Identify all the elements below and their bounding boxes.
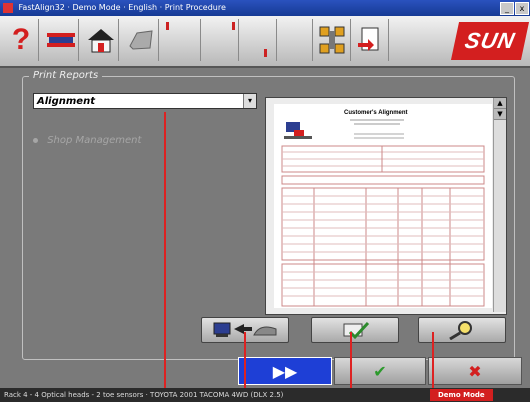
indicator-line	[164, 112, 166, 402]
title-bar: FastAlign32 · Demo Mode · English · Prin…	[0, 0, 530, 16]
lift-icon	[47, 33, 75, 47]
radio-dot-icon	[33, 137, 38, 143]
minimize-button[interactable]: _	[500, 2, 514, 15]
step-button-1[interactable]	[164, 19, 201, 61]
cancel-button[interactable]: ✖	[428, 357, 522, 385]
main-panel: Print Reports Alignment ▾ Shop Managemen…	[0, 68, 530, 388]
red-flag-icon	[264, 49, 267, 57]
status-text: Rack 4 - 4 Optical heads - 2 toe sensors…	[4, 391, 284, 399]
report-type-value: Alignment	[37, 96, 95, 107]
close-icon: ✖	[468, 361, 482, 381]
print-setup-button[interactable]	[311, 317, 399, 343]
step-button-4[interactable]	[278, 19, 313, 61]
car-seat-icon	[129, 30, 153, 50]
shop-management-option: Shop Management	[33, 135, 141, 146]
vehicle-button[interactable]	[124, 19, 159, 61]
chevron-down-icon[interactable]: ▾	[243, 94, 256, 108]
document-arrow-icon	[358, 27, 379, 51]
next-button[interactable]: ▶▶	[238, 357, 332, 385]
printer-check-icon	[343, 321, 370, 340]
app-icon	[3, 2, 13, 13]
wheels-grid-icon	[319, 26, 345, 54]
confirm-button[interactable]: ✔	[334, 357, 426, 385]
scroll-down-button[interactable]: ▼	[494, 109, 506, 120]
help-button[interactable]: ?	[4, 19, 39, 61]
step-button-3[interactable]	[240, 19, 277, 61]
close-window-button[interactable]: x	[515, 2, 529, 15]
window-title: FastAlign32 · Demo Mode · English · Prin…	[18, 3, 226, 12]
vehicle-lift-button[interactable]	[44, 19, 79, 61]
step-button-2[interactable]	[202, 19, 239, 61]
red-flag-icon	[166, 22, 169, 30]
red-flag-icon	[232, 22, 235, 30]
print-procedure-button[interactable]	[352, 19, 389, 61]
wheel-data-button[interactable]	[314, 19, 351, 61]
report-content-graphic	[281, 119, 485, 307]
brand-text: SUN	[462, 28, 518, 53]
status-bar: Rack 4 - 4 Optical heads - 2 toe sensors…	[0, 388, 530, 402]
mode-badge: Demo Mode	[430, 389, 493, 401]
preview-scrollbar[interactable]: ▲ ▼	[493, 98, 506, 312]
toolbar: ? SUN	[0, 16, 530, 68]
magnifier-icon	[449, 321, 472, 340]
print-reports-frame: Print Reports Alignment ▾ Shop Managemen…	[22, 70, 515, 360]
report-type-select[interactable]: Alignment ▾	[33, 93, 257, 109]
sun-logo: SUN	[450, 22, 530, 60]
question-mark-icon: ?	[11, 23, 31, 56]
section-title: Print Reports	[29, 70, 103, 81]
home-icon	[88, 29, 114, 53]
report-preview[interactable]: Customer's Alignment ▲ ▼	[265, 97, 507, 315]
fast-forward-icon: ▶▶	[272, 361, 298, 381]
scroll-up-button[interactable]: ▲	[494, 98, 506, 109]
report-page: Customer's Alignment	[274, 104, 492, 308]
shop-management-label: Shop Management	[47, 135, 142, 146]
home-button[interactable]	[84, 19, 119, 61]
checkmark-icon: ✔	[373, 361, 387, 381]
